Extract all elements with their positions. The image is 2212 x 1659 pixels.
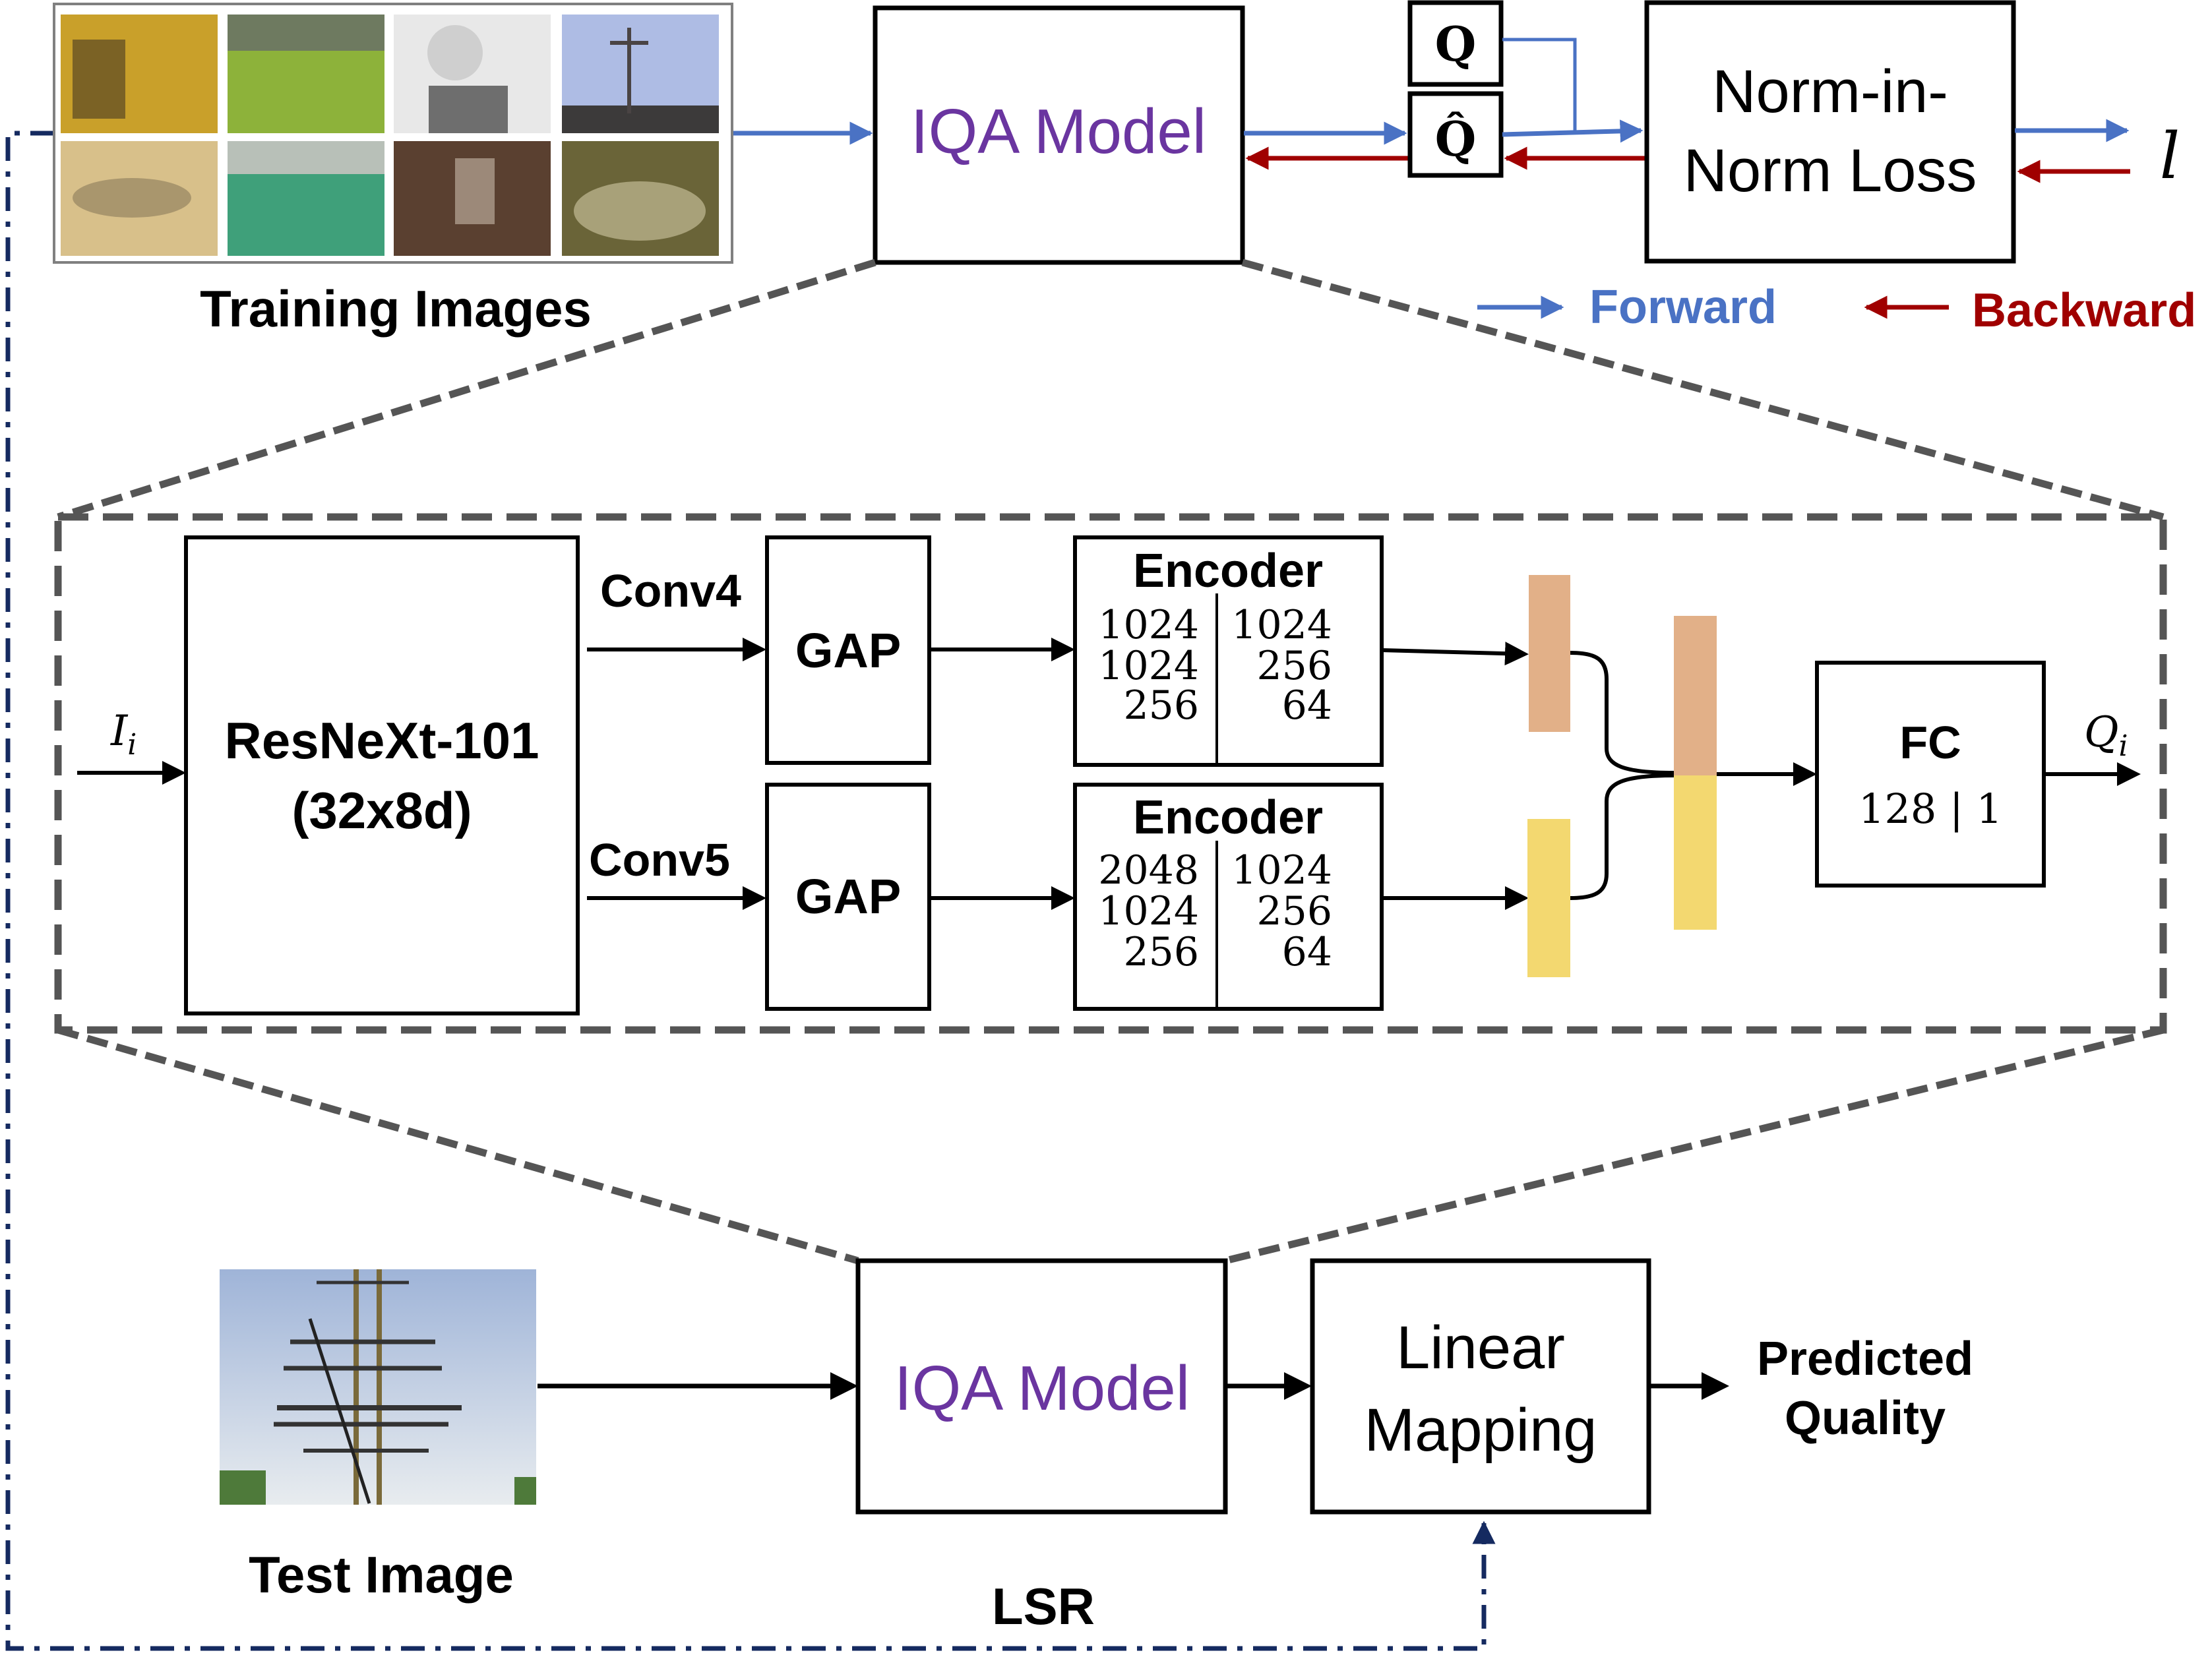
training-images-label: Training Images — [200, 280, 592, 338]
feature-vector-conv5 — [1527, 819, 1570, 977]
loss-box — [1644, 0, 2016, 264]
encoder-1-row-1-out: 1024 — [1231, 602, 1332, 648]
feature-vector-conv4 — [1529, 575, 1570, 732]
encoder-1-row-1-in: 1024 — [1098, 602, 1199, 648]
test-image-label: Test Image — [249, 1546, 514, 1604]
iqa-pipeline-diagram: Training Images IQA Model Q Q̂ Norm-in- … — [0, 0, 2212, 1659]
predicted-quality-line1: Predicted — [1757, 1333, 1973, 1385]
concat-vector-conv4-part — [1674, 616, 1717, 775]
iqa-model-label-bottom: IQA Model — [894, 1353, 1190, 1424]
fc-dims: 128 | 1 — [1859, 785, 2002, 833]
encoder-1-row-3-out: 64 — [1282, 682, 1332, 729]
gap-label-1: GAP — [795, 623, 901, 678]
backbone-label-line1: ResNeXt-101 — [225, 711, 539, 769]
conv4-label: Conv4 — [600, 565, 741, 617]
linear-mapping-label-line2: Mapping — [1365, 1397, 1597, 1464]
output-label: Qi — [2084, 708, 2128, 763]
output-label-main: Q — [2084, 708, 2118, 757]
output-label-sub: i — [2118, 729, 2128, 763]
input-label-main: I — [110, 707, 129, 756]
encoder-2: Encoder 2048 1024 1024 256 256 64 — [1073, 783, 1384, 1011]
loss-label-line2: Norm Loss — [1684, 137, 1977, 204]
fc-title: FC — [1899, 717, 1961, 768]
predicted-quality-line2: Quality — [1785, 1392, 1946, 1445]
input-label-sub: i — [127, 728, 137, 762]
concat-vector-conv5-part — [1674, 775, 1717, 930]
encoder-1-title: Encoder — [1133, 545, 1323, 597]
encoder-2-row-1-in: 2048 — [1098, 847, 1199, 893]
zoom-line-bottom-right — [1224, 1026, 2165, 1265]
encoder-2-title: Encoder — [1133, 791, 1323, 844]
legend-backward-label: Backward — [1972, 284, 2196, 337]
training-images-grid — [53, 3, 733, 264]
test-image — [220, 1269, 536, 1505]
encoder-1-row-3-in: 256 — [1123, 682, 1199, 729]
q-label: Q — [1435, 16, 1477, 72]
gap-label-2: GAP — [795, 869, 901, 924]
linear-mapping-box — [1310, 1258, 1651, 1515]
diagram-svg: Training Images IQA Model Q Q̂ Norm-in- … — [5, 0, 2196, 1651]
loss-label-line1: Norm-in- — [1712, 58, 1948, 125]
conv5-label: Conv5 — [589, 834, 730, 886]
merge-curve-bottom — [1570, 773, 1674, 900]
fc-box — [1815, 661, 2046, 888]
legend: Forward Backward — [1477, 281, 2196, 337]
encoder-2-row-2-out: 256 — [1256, 888, 1332, 934]
encoder-2-row-3-in: 256 — [1123, 929, 1199, 975]
encoder-1: Encoder 1024 1024 1024 256 256 64 — [1073, 535, 1384, 767]
encoder-2-row-2-in: 1024 — [1098, 888, 1199, 934]
arrow-qhat-to-loss — [1502, 119, 1644, 143]
encoder-2-row-1-out: 1024 — [1231, 847, 1332, 893]
lsr-label: LSR — [992, 1577, 1095, 1635]
zoom-line-bottom-left — [57, 1026, 859, 1265]
iqa-model-label-top: IQA Model — [911, 96, 1206, 167]
loss-output-l: l — [2160, 119, 2180, 193]
input-label: Ii — [110, 707, 137, 762]
merge-curve-top — [1570, 651, 1674, 775]
encoder-2-row-3-out: 64 — [1282, 929, 1332, 975]
backbone-label-line2: (32x8d) — [292, 781, 472, 839]
arrow-q-to-loss — [1502, 38, 1577, 131]
legend-forward-label: Forward — [1589, 281, 1777, 334]
linear-mapping-label-line1: Linear — [1396, 1314, 1565, 1381]
arrow-encoder1-to-feature — [1381, 642, 1529, 666]
q-hat-label: Q̂ — [1435, 111, 1477, 167]
backbone-box — [184, 535, 580, 1015]
